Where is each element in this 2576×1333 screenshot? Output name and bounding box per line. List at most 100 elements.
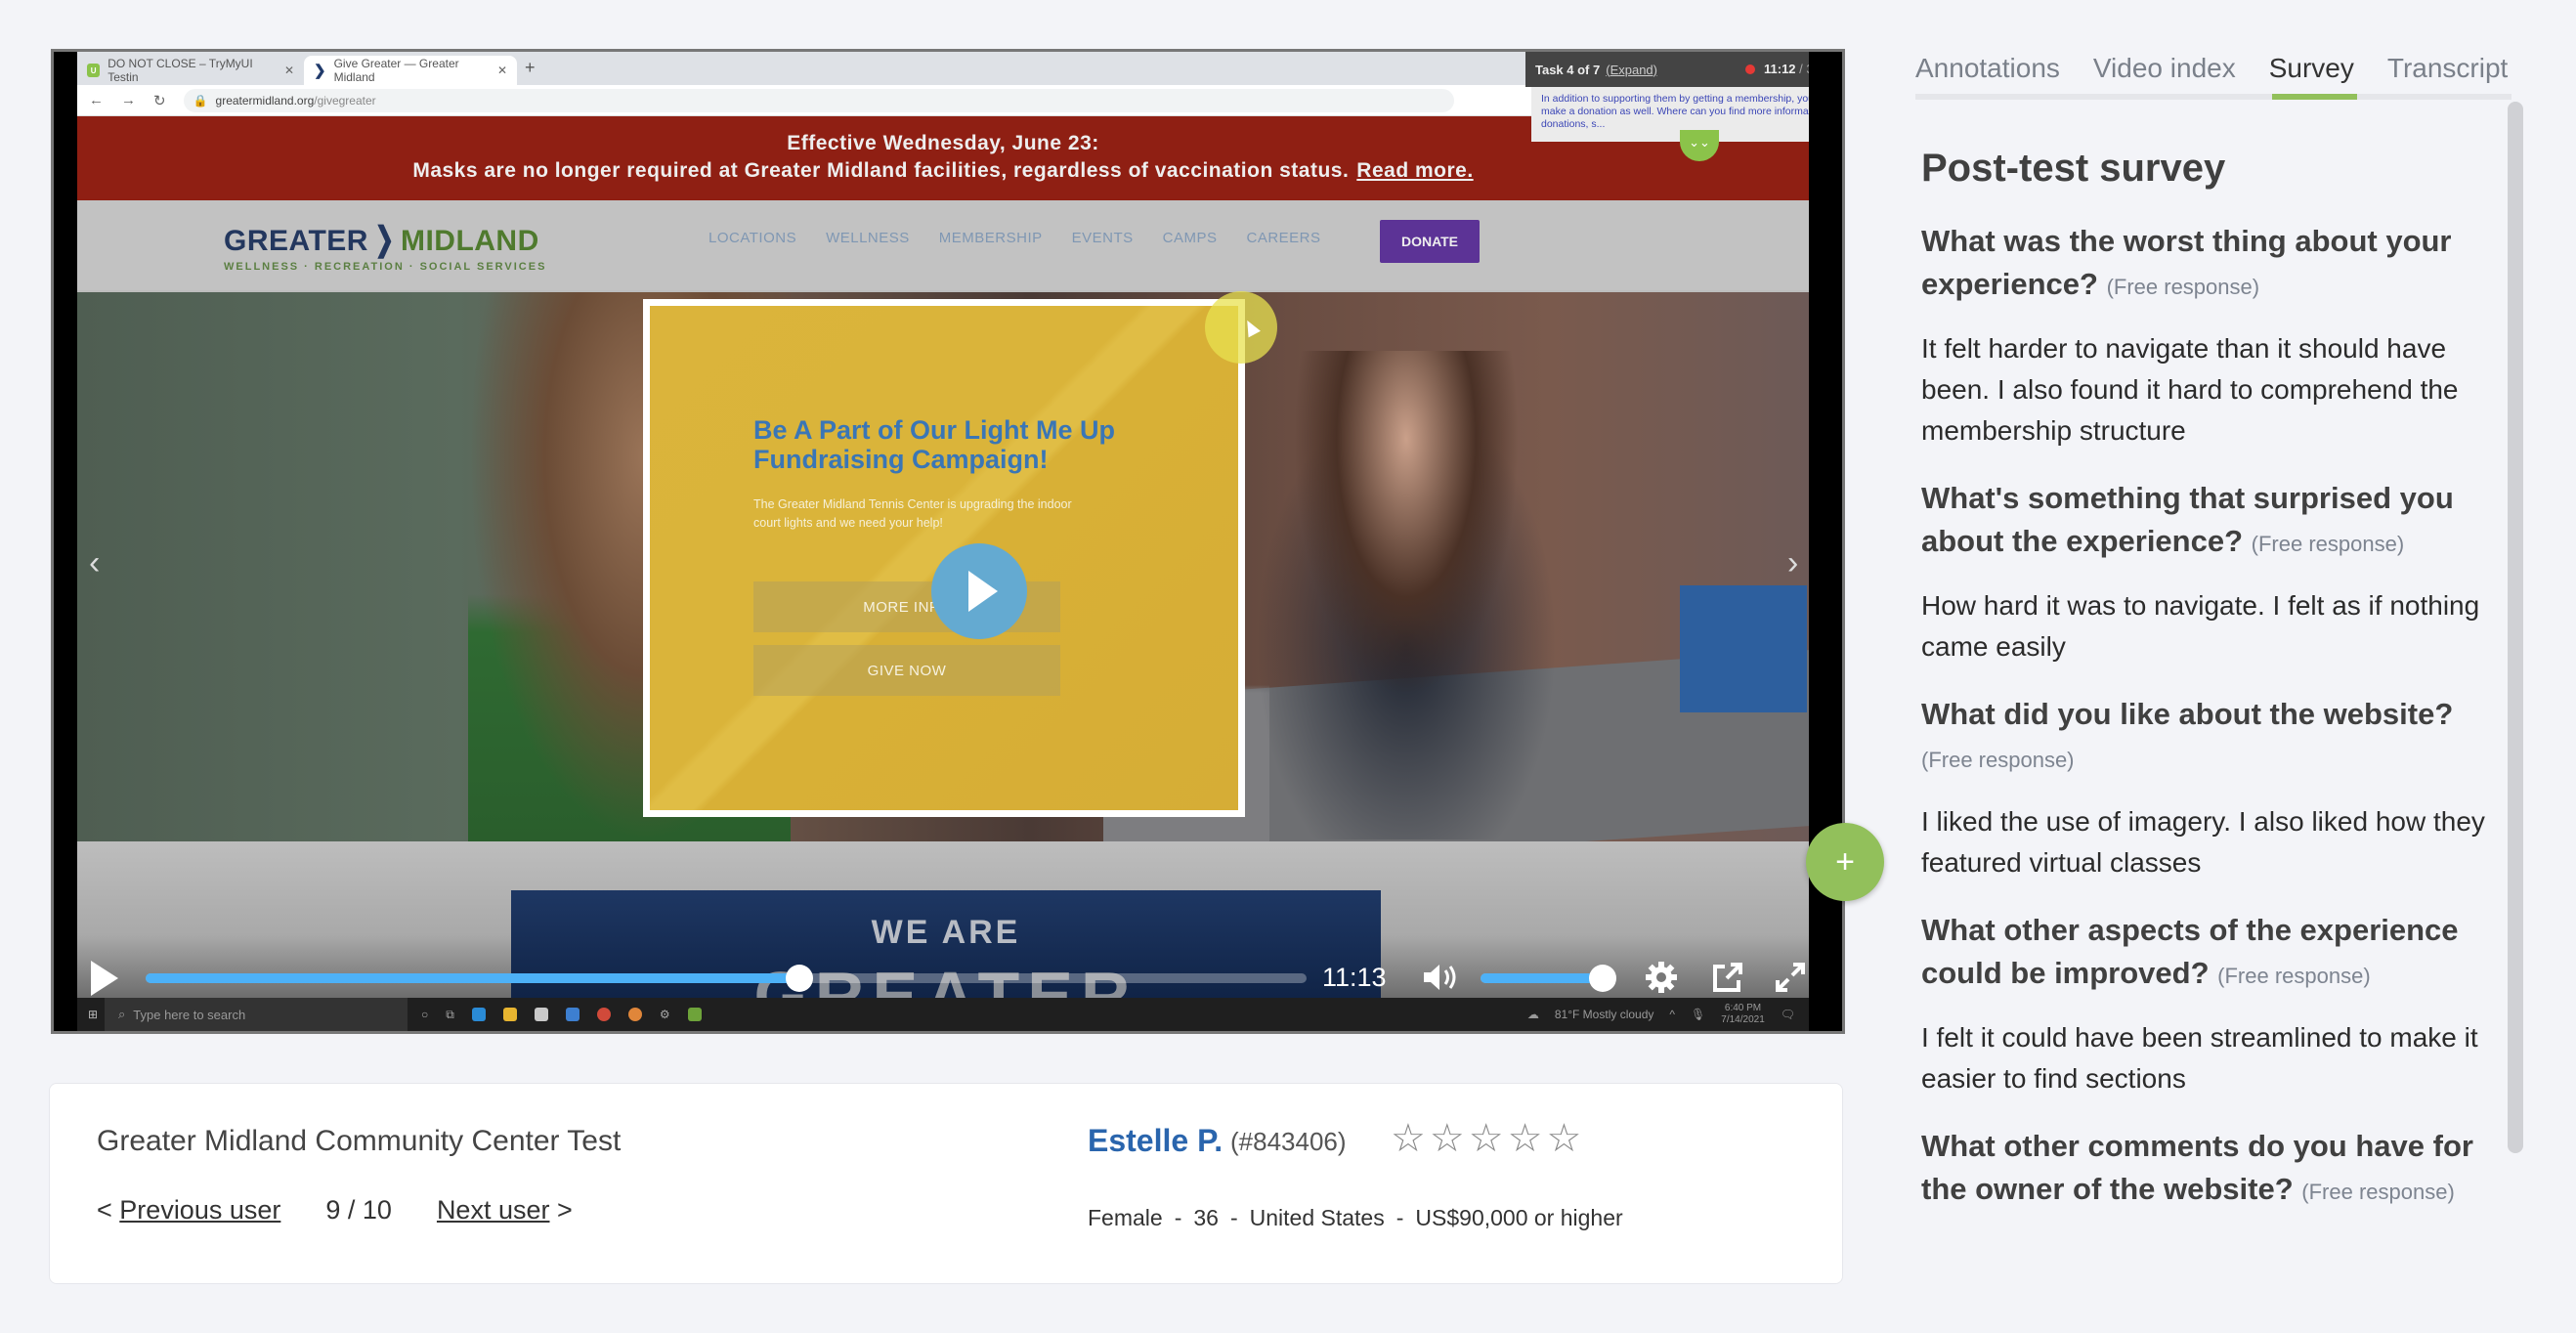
tab-survey[interactable]: Survey — [2269, 53, 2354, 84]
survey-answer: How hard it was to navigate. I felt as i… — [1921, 590, 2480, 662]
survey-question-type: (Free response) — [2217, 964, 2371, 988]
url-field: 🔒 greatermidland.org/givegreater — [183, 88, 1454, 112]
panel-scrollbar-thumb[interactable] — [2508, 102, 2523, 1153]
survey-question: What other comments do you have for the … — [1921, 1125, 2498, 1214]
survey-item: What other comments do you have for the … — [1921, 1125, 2498, 1214]
task-overlay-bar: Task 4 of 7 (Expand) 11:12 / 30:00 — [1525, 52, 1809, 87]
browser-tab-label: Give Greater — Greater Midland — [333, 57, 459, 84]
edge-icon — [471, 1008, 486, 1021]
survey-question-type: (Free response) — [2301, 1180, 2455, 1204]
microphone-icon: 🎙 — [1691, 1008, 1706, 1021]
user-pager: < Previous user 9 / 10 Next user > — [97, 1195, 573, 1226]
survey-answer: It felt harder to navigate than it shoul… — [1921, 333, 2459, 446]
greater-midland-favicon-icon: ❯ — [314, 63, 326, 79]
play-button[interactable] — [91, 961, 118, 996]
survey-question: What was the worst thing about your expe… — [1921, 220, 2498, 309]
video-player[interactable]: U DO NOT CLOSE – TryMyUI Testin ✕ ❯ Give… — [51, 49, 1845, 1034]
task-limit: / 30:00 — [1799, 62, 1809, 76]
logo-chevron-icon: ❯ — [374, 221, 395, 258]
taskbar-search-placeholder: Type here to search — [133, 1007, 246, 1022]
alert-line-2: Masks are no longer required at Greater … — [412, 159, 1350, 182]
rating-stars[interactable]: ☆ ☆ ☆ ☆ ☆ — [1391, 1119, 1581, 1158]
windows-taskbar: ⊞ ⌕ Type here to search ○ ⧉ ⚙ ☁ 81°F Mos… — [77, 998, 1809, 1031]
task-elapsed: 11:12 — [1764, 62, 1796, 76]
close-icon: ✕ — [283, 64, 294, 77]
survey-question-type: (Free response) — [1921, 748, 2075, 772]
survey-question-type: (Free response) — [2106, 275, 2260, 299]
file-explorer-icon — [502, 1008, 517, 1021]
browser-tab-trymyui: U DO NOT CLOSE – TryMyUI Testin ✕ — [77, 56, 304, 85]
survey-question: What's something that surprised you abou… — [1921, 477, 2498, 566]
trymyui-favicon-icon: U — [87, 64, 101, 77]
popup-desc-line-1: The Greater Midland Tennis Center is upg… — [753, 497, 1072, 511]
survey-question: What did you like about the website? (Fr… — [1921, 693, 2498, 782]
active-tab-indicator — [2272, 94, 2357, 100]
recording-dot-icon — [1745, 64, 1755, 74]
site-nav: LOCATIONS WELLNESS MEMBERSHIP EVENTS CAM… — [708, 230, 1321, 246]
store-icon — [534, 1008, 548, 1021]
next-chevron: > — [557, 1195, 573, 1225]
demographic-age: 36 — [1193, 1205, 1219, 1230]
progress-bar[interactable] — [146, 965, 1307, 992]
progress-handle[interactable] — [785, 965, 813, 992]
logo-tagline: WELLNESS · RECREATION · SOCIAL SERVICES — [224, 261, 547, 273]
tab-video-index[interactable]: Video index — [2093, 53, 2236, 84]
volume-slider[interactable] — [1481, 965, 1617, 992]
settings-app-icon: ⚙ — [659, 1008, 670, 1021]
site-nav-membership: MEMBERSHIP — [938, 230, 1043, 246]
logo-text-greater: GREATER — [224, 225, 368, 257]
panel-scrollbar[interactable] — [2508, 102, 2523, 1153]
star-icon[interactable]: ☆ — [1508, 1119, 1543, 1158]
settings-gear-icon[interactable] — [1645, 961, 1678, 994]
demographic-income: US$90,000 or higher — [1415, 1205, 1623, 1230]
site-nav-camps: CAMPS — [1162, 230, 1218, 246]
read-more-link: Read more. — [1356, 159, 1474, 182]
survey-panel: Post-test survey What was the worst thin… — [1921, 108, 2498, 1284]
taskbar-search: ⌕ Type here to search — [105, 998, 408, 1031]
cortana-icon: ○ — [421, 1008, 429, 1021]
volume-icon[interactable] — [1422, 963, 1461, 992]
volume-handle[interactable] — [1589, 965, 1617, 992]
star-icon[interactable]: ☆ — [1430, 1119, 1465, 1158]
previous-user-link[interactable]: Previous user — [119, 1195, 280, 1226]
star-icon[interactable]: ☆ — [1391, 1119, 1426, 1158]
tab-annotations[interactable]: Annotations — [1915, 53, 2060, 84]
trymyui-app-icon — [687, 1008, 702, 1021]
carousel-prev-icon: ‹ — [89, 544, 101, 581]
site-header: GREATER ❯ MIDLAND WELLNESS · RECREATION · … — [77, 200, 1809, 290]
add-annotation-button[interactable]: + — [1806, 823, 1884, 901]
tester-name[interactable]: Estelle P. — [1088, 1123, 1223, 1159]
chrome-alt-icon — [627, 1008, 642, 1021]
taskbar-time: 6:40 PM — [1724, 1003, 1762, 1013]
survey-title: Post-test survey — [1921, 147, 2226, 190]
next-user-link[interactable]: Next user — [437, 1195, 550, 1226]
popup-give-now-button: GIVE NOW — [753, 645, 1060, 696]
task-timer: 11:12 / 30:00 — [1764, 62, 1809, 76]
tab-transcript[interactable]: Transcript — [2387, 53, 2508, 84]
task-description: In addition to supporting them by gettin… — [1531, 87, 1809, 142]
tab-underline — [1915, 94, 2512, 100]
task-view-icon: ⧉ — [446, 1007, 454, 1021]
hero-photo-woman — [1230, 351, 1582, 839]
greater-midland-logo: GREATER ❯ MIDLAND WELLNESS · RECREATION · … — [224, 220, 546, 273]
user-counter: 9 / 10 — [325, 1195, 392, 1225]
chrome-icon — [596, 1008, 611, 1021]
forward-arrow-icon: → — [121, 92, 136, 108]
tester-demographics: Female -36- United States - US$90,000 or hig… — [1088, 1205, 1623, 1230]
popout-icon[interactable] — [1711, 961, 1744, 994]
survey-item: What's something that surprised you abou… — [1921, 477, 2498, 667]
fullscreen-icon[interactable] — [1774, 961, 1807, 994]
survey-item: What other aspects of the experience cou… — [1921, 909, 2498, 1099]
logo-text-midland: MIDLAND — [400, 225, 539, 257]
panel-tabs: Annotations Video index Survey Transcrip… — [1915, 53, 2508, 84]
cursor-highlight — [1205, 291, 1277, 364]
big-play-button[interactable] — [931, 543, 1027, 639]
star-icon[interactable]: ☆ — [1469, 1119, 1504, 1158]
survey-question-list: What was the worst thing about your expe… — [1921, 220, 2498, 1214]
system-tray: ☁ 81°F Mostly cloudy ^ 🎙 6:40 PM 7/14/20… — [1527, 1003, 1809, 1026]
star-icon[interactable]: ☆ — [1546, 1119, 1581, 1158]
lock-icon: 🔒 — [193, 93, 208, 108]
browser-tab-give-greater: ❯ Give Greater — Greater Midland ✕ — [304, 56, 517, 85]
volume-fill — [1481, 973, 1604, 983]
mail-icon — [565, 1008, 580, 1021]
